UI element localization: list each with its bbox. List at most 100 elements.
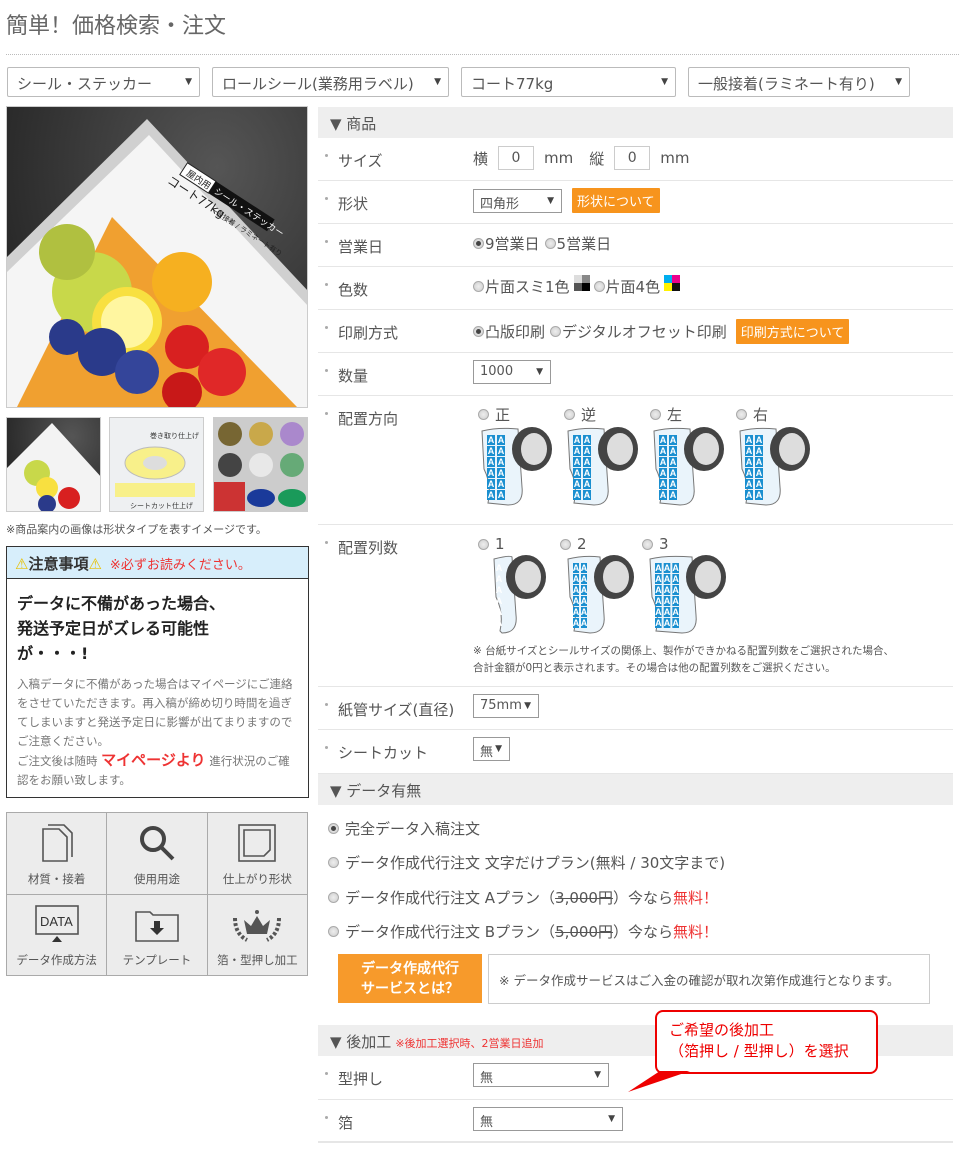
cmyk-swatch-icon [664,274,681,291]
radio[interactable] [478,538,489,550]
radio[interactable] [560,538,571,550]
option-plan-b[interactable]: データ作成代行注文 Bプラン（5,000円）今なら無料！ [328,921,718,942]
radio[interactable] [564,409,575,420]
nav-template[interactable]: テンプレート [107,894,207,975]
select-value: 1000 [480,364,514,379]
svg-text:A: A [756,435,763,445]
column-option[interactable]: 2AAAAAAAAAAAA [560,535,640,639]
row-label: 箔 [324,1114,354,1132]
radio-digital-offset[interactable] [550,326,562,337]
svg-text:A: A [488,457,495,467]
mono-swatch-icon [573,274,590,291]
option-label: 左 [667,406,683,424]
option-text-only-plan[interactable]: データ作成代行注文 文字だけプラン(無料 / 30文字まで) [328,852,725,873]
select-value: 無 [480,745,494,760]
svg-text:DATA: DATA [40,914,73,929]
label-roll-icon: AAAAAA [493,555,546,634]
svg-text:A: A [488,468,495,478]
notice-body-text: ご注文後は随時 [17,754,98,768]
svg-text:A: A [746,490,753,500]
radio-label: 片面スミ1色 [485,278,570,296]
old-price: 3,000円 [555,889,613,907]
type-select[interactable]: ロールシール(業務用ラベル) ▼ [212,67,449,97]
quantity-select[interactable]: 1000 ▼ [473,360,551,384]
button-line: データ作成代行 [361,961,459,977]
radio[interactable] [478,409,489,420]
notice-body: 入稿データに不備があった場合はマイページにご連絡をさせていただきます。再入稿が締… [7,666,308,790]
height-input[interactable]: 0 [614,146,651,170]
svg-text:A: A [655,596,662,606]
image-caption: ※商品案内の画像は形状タイプを表すイメージです。 [6,523,267,536]
shape-info-button[interactable]: 形状について [572,188,660,213]
height-label: 縦 [589,149,605,168]
nav-data-method[interactable]: DATA データ作成方法 [7,894,107,975]
svg-text:A: A [746,457,753,467]
option-label: 3 [659,535,669,553]
row-label: 配置列数 [324,539,399,557]
radio-mono[interactable] [473,281,484,292]
svg-text:A: A [581,607,588,617]
radio-5-days[interactable] [544,238,556,249]
row-label: 色数 [324,281,369,299]
svg-text:A: A [672,618,679,628]
orientation-option[interactable]: 右AAAAAAAAAAAA [736,404,816,511]
headline-line: 発送予定日がズレる可能性 [17,619,210,638]
option-full-data[interactable]: 完全データ入稿注文 [328,818,480,839]
notice-body-text: 入稿データに不備があった場合はマイページにご連絡をさせていただきます。再入稿が締… [17,677,293,748]
core-size-select[interactable]: 75mm ▼ [473,694,539,718]
column-option[interactable]: 3AAAAAAAAAAAAAAAAAA [642,535,732,639]
svg-text:A: A [660,457,667,467]
radio[interactable] [328,892,339,903]
adhesive-select[interactable]: 一般接着(ラミネート有り) ▼ [688,67,910,97]
svg-text:A: A [672,574,679,584]
nav-material[interactable]: 材質・接着 [7,813,107,894]
radio[interactable] [736,409,747,420]
nav-label: テンプレート [122,953,192,967]
divider [6,54,959,55]
svg-text:A: A [584,490,591,500]
radio[interactable] [328,823,339,834]
nav-shape[interactable]: 仕上がり形状 [207,813,307,894]
svg-text:A: A [670,479,677,489]
radio[interactable] [642,538,653,550]
data-service-info-button[interactable]: データ作成代行 サービスとは？ [338,954,482,1003]
svg-text:A: A [756,457,763,467]
option-plan-a[interactable]: データ作成代行注文 Aプラン（3,000円）今なら無料！ [328,887,718,908]
width-input[interactable]: 0 [498,146,535,170]
thumbnail-roll-finish[interactable]: 巻き取り仕上げ シートカット仕上げ [109,417,204,512]
radio[interactable] [650,409,661,420]
radio-label: 片面4色 [605,278,661,296]
orientation-option[interactable]: 正AAAAAAAAAAAA [478,404,558,511]
mypage-link[interactable]: マイページより [101,751,205,769]
print-method-info-button[interactable]: 印刷方式について [735,319,850,344]
product-image: 屋内用 シール・ステッカー コート77kg 一般接着 / ラミネート有り [6,106,308,408]
sheet-cut-select[interactable]: 無 ▼ [473,737,510,761]
documents-icon [41,823,73,862]
thumbnail-foil-shapes[interactable] [213,417,308,512]
select-value: シール・ステッカー [17,75,153,93]
material-select[interactable]: コート77kg ▼ [461,67,676,97]
category-select[interactable]: シール・ステッカー ▼ [7,67,200,97]
row-size: サイズ 横 0 mm 縦 0 mm [318,138,953,181]
svg-text:A: A [573,585,580,595]
radio-4color[interactable] [593,281,605,292]
orientation-option[interactable]: 逆AAAAAAAAAAAA [564,404,644,511]
nav-usage[interactable]: 使用用途 [107,813,207,894]
radio[interactable] [328,857,339,868]
section-product-header[interactable]: ▼ 商品 [318,107,953,138]
nav-foil-emboss[interactable]: 箔・型押し加工 [207,894,307,975]
shape-select[interactable]: 四角形 ▼ [473,188,562,213]
foil-select[interactable]: 無 ▼ [473,1107,623,1131]
column-option[interactable]: 1AAAAAA [478,535,552,639]
orientation-option[interactable]: 左AAAAAAAAAAAA [650,404,730,511]
radio-label: 9営業日 [485,235,540,253]
svg-text:A: A [670,435,677,445]
emboss-select[interactable]: 無 ▼ [473,1063,609,1087]
radio-9-days[interactable] [473,238,484,249]
radio-letterpress[interactable] [473,326,484,337]
select-value: 無 [480,1115,494,1130]
radio[interactable] [328,926,339,937]
section-data-header[interactable]: ▼ データ有無 [318,774,953,805]
thumbnail-product[interactable] [6,417,101,512]
svg-text:A: A [672,563,679,573]
